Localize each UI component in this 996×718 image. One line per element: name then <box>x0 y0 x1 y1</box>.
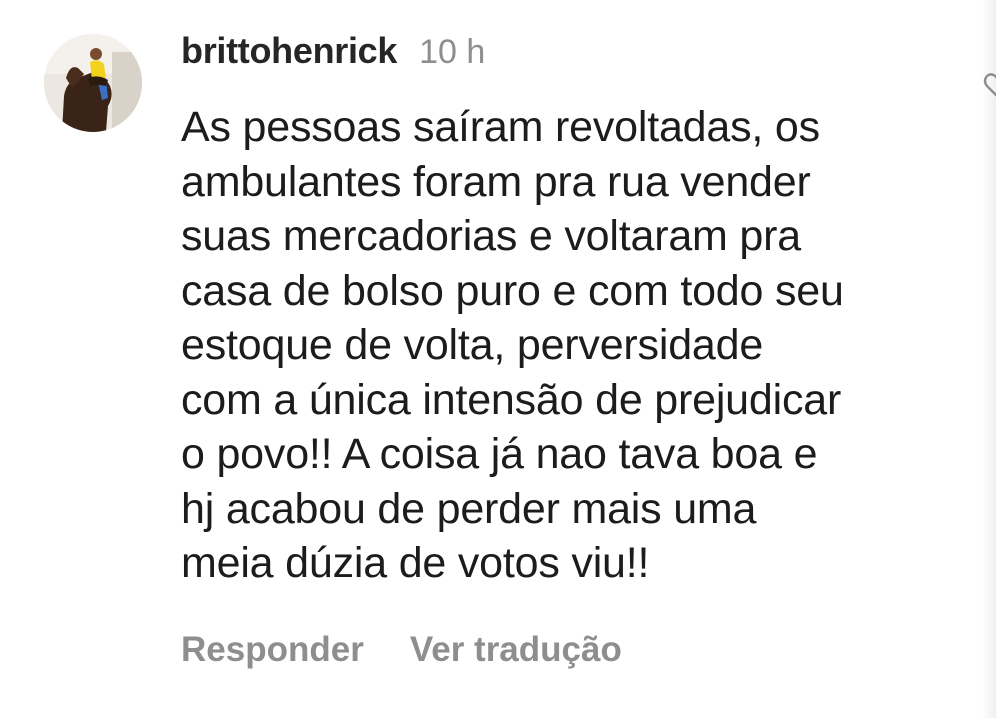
avatar-photo <box>44 34 142 132</box>
comment-item: brittohenrick 10 h As pessoas saíram rev… <box>0 0 996 718</box>
heart-icon[interactable] <box>982 70 996 100</box>
comment-actions: Responder Ver tradução <box>181 630 622 670</box>
comment-timestamp: 10 h <box>419 33 486 71</box>
avatar[interactable] <box>44 34 142 132</box>
comment-header: brittohenrick 10 h <box>181 30 485 78</box>
comment-text: As pessoas saíram revoltadas, os ambulan… <box>181 103 844 587</box>
side-panel-edge <box>982 0 996 718</box>
username-link[interactable]: brittohenrick <box>181 30 397 72</box>
reply-button[interactable]: Responder <box>181 630 364 670</box>
translate-button[interactable]: Ver tradução <box>410 630 622 670</box>
